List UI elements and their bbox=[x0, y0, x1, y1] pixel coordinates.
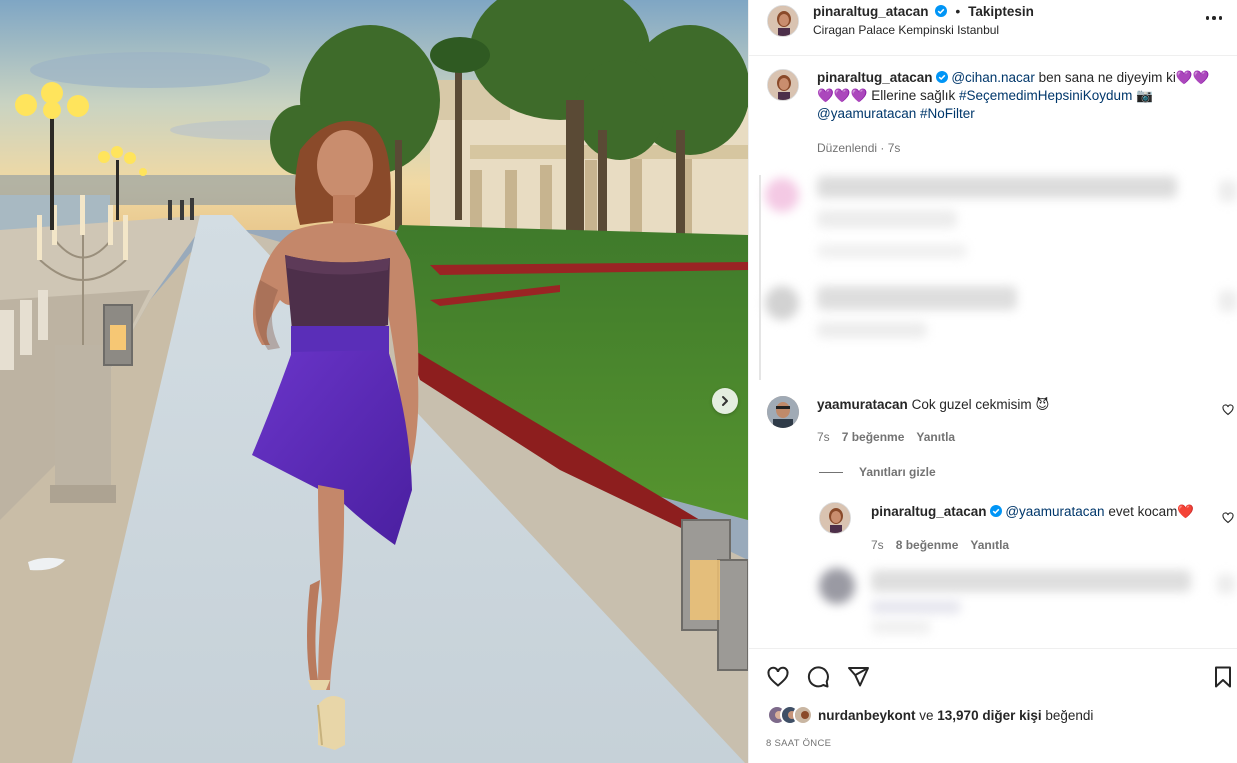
caption-hearts-1: 💜💜 bbox=[1175, 70, 1210, 85]
post-date: 8 SAAT ÖNCE bbox=[766, 738, 832, 749]
reply-time: 7s bbox=[871, 538, 884, 552]
comment-username[interactable]: yaamuratacan bbox=[817, 397, 908, 412]
comment: yaamuratacan Cok guzel cekmisim 😈 bbox=[817, 396, 1197, 414]
reply-reply-button[interactable]: Yanıtla bbox=[970, 538, 1009, 552]
reply-text: evet kocam bbox=[1104, 504, 1178, 519]
caption-text-1: ben sana ne diyeyim ki bbox=[1034, 70, 1176, 85]
more-options-icon[interactable] bbox=[1202, 10, 1226, 26]
chevron-right-icon bbox=[722, 396, 728, 406]
reply-like-heart-icon[interactable] bbox=[1222, 512, 1234, 524]
verified-badge-icon bbox=[989, 505, 1002, 517]
author-username[interactable]: pinaraltug_atacan bbox=[813, 4, 929, 19]
verified-badge-icon bbox=[935, 71, 948, 83]
post-header: pinaraltug_atacan • Takiptesin Ciragan P… bbox=[749, 0, 1237, 56]
caption-hashtag-2[interactable]: #NoFilter bbox=[916, 106, 975, 121]
commenter-avatar[interactable] bbox=[767, 396, 799, 428]
caption-username[interactable]: pinaraltug_atacan bbox=[817, 70, 933, 85]
share-paper-plane-icon[interactable] bbox=[846, 665, 870, 689]
comment-text: Cok guzel cekmisim bbox=[911, 397, 1036, 412]
author-avatar[interactable] bbox=[767, 5, 799, 37]
reply-emoji: ❤️ bbox=[1177, 504, 1195, 519]
comment-reply-button[interactable]: Yanıtla bbox=[916, 430, 955, 444]
post-photo[interactable] bbox=[0, 0, 748, 763]
caption-text-2: Ellerine sağlık bbox=[867, 88, 959, 103]
comment-emoji: 😈 bbox=[1035, 397, 1050, 412]
caption-avatar[interactable] bbox=[767, 69, 799, 101]
likes-connector: ve bbox=[915, 707, 938, 723]
verified-badge-icon bbox=[935, 5, 948, 17]
post-image bbox=[0, 0, 748, 763]
comment-meta: 7s 7 beğenme Yanıtla bbox=[817, 430, 955, 444]
caption-mention-2[interactable]: @yaamuratacan bbox=[817, 106, 916, 121]
caption-mention[interactable]: @cihan.nacar bbox=[951, 70, 1035, 85]
likes-suffix: beğendi bbox=[1041, 707, 1094, 723]
likes-count[interactable]: 13,970 diğer kişi bbox=[937, 708, 1041, 723]
likes-summary[interactable]: nurdanbeykont ve 13,970 diğer kişi beğen… bbox=[767, 705, 1093, 725]
caption-hashtag-1[interactable]: #SeçemedimHepsiniKoydum bbox=[959, 88, 1132, 103]
reply-likes[interactable]: 8 beğenme bbox=[896, 538, 959, 552]
reply-comment: pinaraltug_atacan @yaamuratacan evet koc… bbox=[871, 503, 1211, 521]
separator-dot: • bbox=[955, 3, 961, 19]
next-image-button[interactable] bbox=[712, 388, 738, 414]
hide-replies-label: Yanıtları gizle bbox=[859, 465, 936, 479]
caption-hearts-2: 💜💜💜 bbox=[817, 88, 868, 103]
post-side-panel: pinaraltug_atacan • Takiptesin Ciragan P… bbox=[748, 0, 1237, 763]
post-caption: pinaraltug_atacan @cihan.nacar ben sana … bbox=[817, 69, 1217, 123]
hide-replies-button[interactable]: Yanıtları gizle bbox=[819, 465, 936, 479]
reply-avatar[interactable] bbox=[819, 502, 851, 534]
reply-username[interactable]: pinaraltug_atacan bbox=[871, 504, 987, 519]
comment-bubble-icon[interactable] bbox=[806, 665, 830, 689]
save-bookmark-icon[interactable] bbox=[1211, 665, 1235, 689]
caption-timestamp: Düzenlendi · 7s bbox=[817, 141, 901, 155]
comment-like-heart-icon[interactable] bbox=[1222, 404, 1234, 416]
camera-emoji: 📷 bbox=[1132, 88, 1153, 103]
comment-time: 7s bbox=[817, 430, 830, 444]
post-location[interactable]: Ciragan Palace Kempinski Istanbul bbox=[813, 23, 999, 37]
like-heart-icon[interactable] bbox=[766, 665, 790, 689]
first-liker-username[interactable]: nurdanbeykont bbox=[818, 708, 916, 723]
reply-mention[interactable]: @yaamuratacan bbox=[1005, 504, 1104, 519]
liker-avatar bbox=[793, 705, 813, 725]
reply-meta: 7s 8 beğenme Yanıtla bbox=[871, 538, 1009, 552]
following-button[interactable]: Takiptesin bbox=[968, 4, 1034, 19]
comment-likes[interactable]: 7 beğenme bbox=[842, 430, 905, 444]
post-actions: nurdanbeykont ve 13,970 diğer kişi beğen… bbox=[749, 648, 1237, 763]
